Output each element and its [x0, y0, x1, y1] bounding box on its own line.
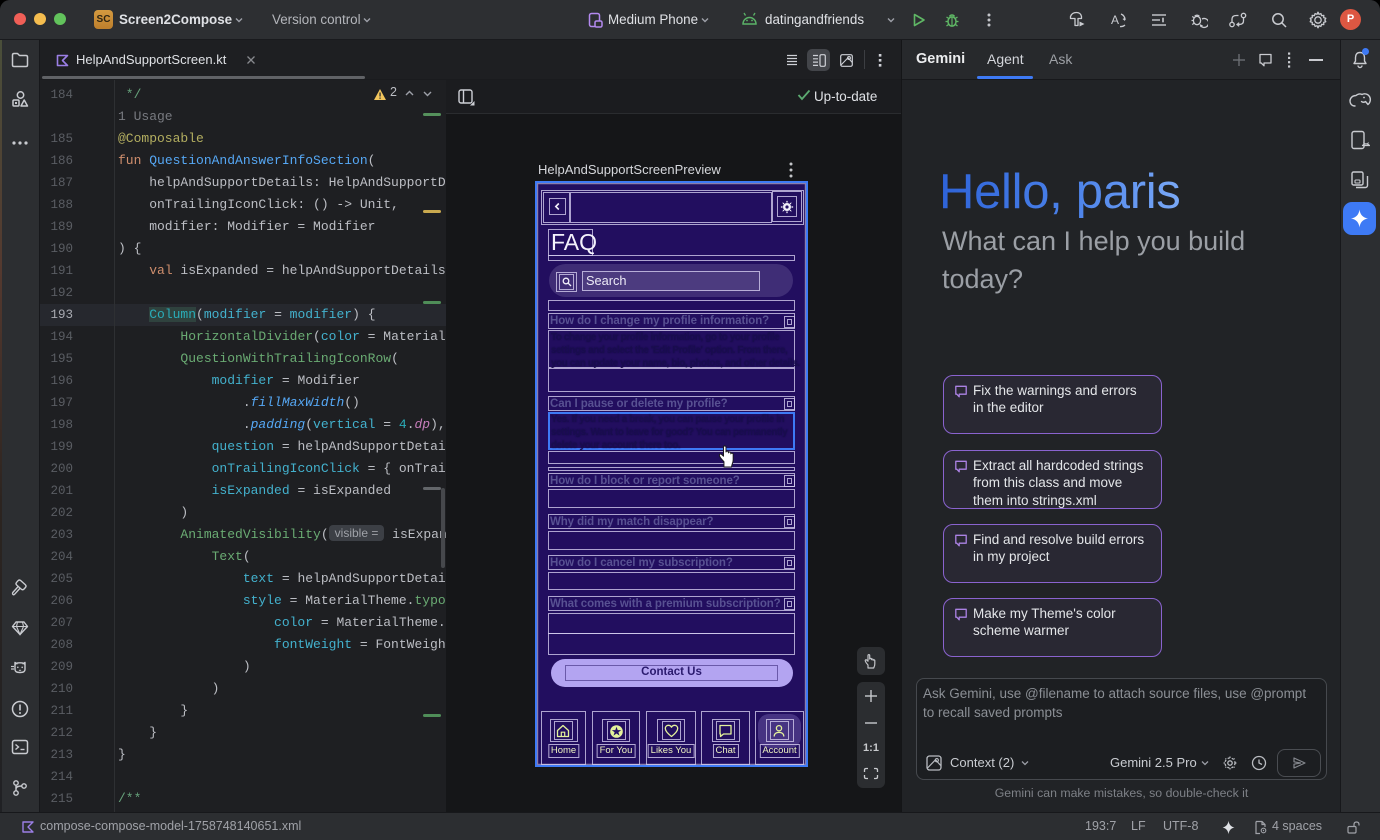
svg-text:A: A	[1111, 13, 1119, 27]
